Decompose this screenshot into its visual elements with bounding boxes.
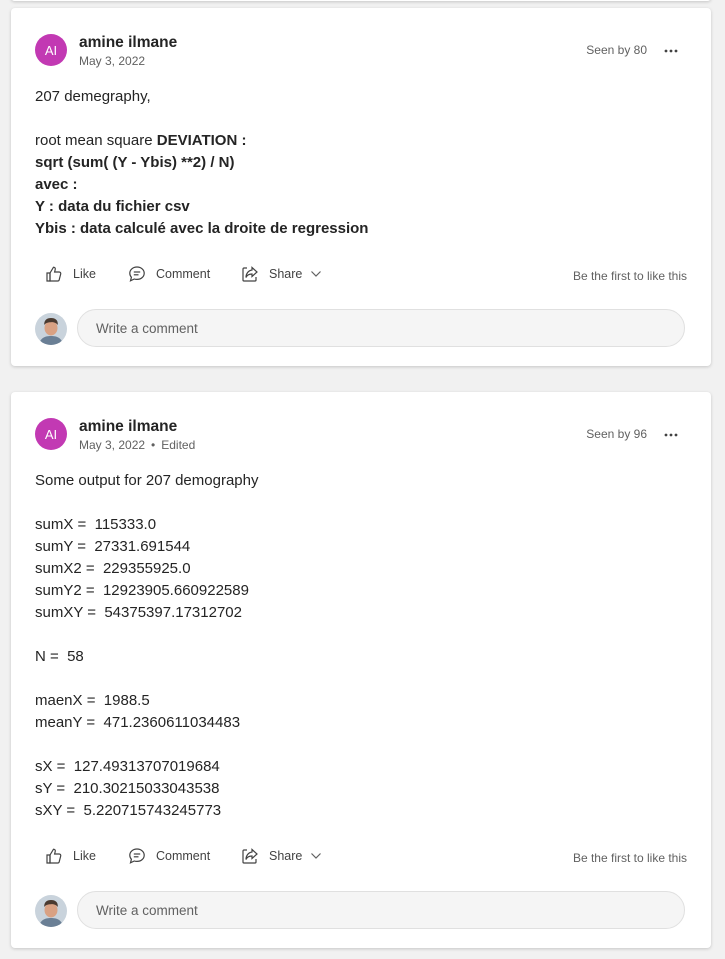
body-line: sX = 127.49313707019684 (35, 756, 687, 778)
current-user-avatar (35, 313, 67, 345)
body-line: sumX = 115333.0 (35, 514, 687, 536)
body-line: 207 demegraphy, (35, 86, 687, 108)
thumbs-up-icon (46, 848, 62, 864)
ellipsis-icon (664, 49, 678, 53)
thumbs-up-icon (46, 266, 62, 282)
chevron-down-icon[interactable] (310, 270, 322, 278)
body-text-segment: Y : data du fichier csv (35, 198, 190, 215)
body-line: Ybis : data calculé avec la droite de re… (35, 218, 687, 240)
more-options-button[interactable] (661, 44, 681, 58)
body-text-segment: maenX = 1988.5 (35, 692, 150, 709)
be-first-to-like: Be the first to like this (572, 851, 687, 865)
post-body: 207 demegraphy, root mean square DEVIATIO… (35, 86, 687, 240)
body-line: sumY = 27331.691544 (35, 536, 687, 558)
chevron-down-icon[interactable] (310, 852, 322, 860)
share-arrow-icon (242, 848, 258, 864)
post-date: May 3, 2022 (79, 438, 146, 452)
body-text-segment: avec : (35, 176, 78, 193)
previous-post-card-edge (11, 0, 711, 1)
like-label: Like (73, 849, 96, 863)
speech-bubble-icon (129, 266, 145, 282)
like-button[interactable]: Like (45, 847, 96, 865)
comment-button[interactable]: Comment (128, 847, 210, 865)
post-body: Some output for 207 demography sumX = 115… (35, 470, 687, 822)
body-text-segment: Some output for 207 demography (35, 472, 259, 489)
body-text-segment: sumX = 115333.0 (35, 516, 157, 533)
share-button[interactable]: Share (241, 265, 322, 283)
body-line: meanY = 471.2360611034483 (35, 712, 687, 734)
share-label: Share (269, 267, 303, 281)
speech-bubble-icon (129, 848, 145, 864)
body-line: sumX2 = 229355925.0 (35, 558, 687, 580)
user-photo-icon (35, 895, 67, 927)
comment-input[interactable]: Write a comment (77, 309, 685, 347)
body-text-segment: sumX2 = 229355925.0 (35, 560, 191, 577)
body-line: Some output for 207 demography (35, 470, 687, 492)
user-photo-icon (35, 313, 67, 345)
post-card: AI amine ilmane May 3, 2022 Seen by 80 2… (11, 8, 711, 366)
share-button[interactable]: Share (241, 847, 322, 865)
body-text-segment: DEVIATION : (156, 132, 247, 149)
be-first-to-like: Be the first to like this (572, 269, 687, 283)
seen-by-count[interactable]: Seen by 96 (586, 427, 647, 441)
body-line: sY = 210.30215033043538 (35, 778, 687, 800)
more-options-button[interactable] (661, 428, 681, 442)
body-line: Y : data du fichier csv (35, 196, 687, 218)
body-line: sumXY = 54375397.17312702 (35, 602, 687, 624)
author-avatar[interactable]: AI (35, 418, 67, 450)
body-line: avec : (35, 174, 687, 196)
post-meta: May 3, 2022 • Edited (79, 438, 195, 452)
comment-label: Comment (156, 849, 211, 863)
share-arrow-icon (242, 266, 258, 282)
author-avatar[interactable]: AI (35, 34, 67, 66)
comment-label: Comment (156, 267, 211, 281)
author-name[interactable]: amine ilmane (79, 418, 177, 436)
like-button[interactable]: Like (45, 265, 96, 283)
share-label: Share (269, 849, 303, 863)
body-text-segment: sY = 210.30215033043538 (35, 780, 220, 797)
body-line: root mean square DEVIATION : (35, 130, 687, 152)
body-text-segment: sumXY = 54375397.17312702 (35, 604, 242, 621)
body-text-segment: N = 58 (35, 648, 84, 665)
body-text-segment: sX = 127.49313707019684 (35, 758, 220, 775)
body-text-segment: Ybis : data calculé avec la droite de re… (35, 220, 369, 237)
separator-dot: • (151, 438, 156, 452)
body-text-segment: 207 demegraphy, (35, 88, 151, 105)
comment-input[interactable]: Write a comment (77, 891, 685, 929)
body-text-segment: sXY = 5.220715743245773 (35, 802, 222, 819)
body-line: sumY2 = 12923905.660922589 (35, 580, 687, 602)
post-date: May 3, 2022 (79, 54, 146, 68)
current-user-avatar (35, 895, 67, 927)
comment-button[interactable]: Comment (128, 265, 210, 283)
edited-label: Edited (161, 438, 196, 452)
ellipsis-icon (664, 433, 678, 437)
body-text-segment: meanY = 471.2360611034483 (35, 714, 241, 731)
seen-by-count[interactable]: Seen by 80 (586, 43, 647, 57)
body-line: sqrt (sum( (Y - Ybis) **2) / N) (35, 152, 687, 174)
like-label: Like (73, 267, 96, 281)
body-text-segment: sqrt (sum( (Y - Ybis) **2) / N) (35, 154, 235, 171)
post-card: AI amine ilmane May 3, 2022 • Edited Seen … (11, 392, 711, 948)
body-text-segment: root mean square (35, 132, 157, 149)
author-name[interactable]: amine ilmane (79, 34, 177, 52)
body-line: N = 58 (35, 646, 687, 668)
body-line: sXY = 5.220715743245773 (35, 800, 687, 822)
body-text-segment: sumY = 27331.691544 (35, 538, 191, 555)
body-line: maenX = 1988.5 (35, 690, 687, 712)
post-meta: May 3, 2022 (79, 54, 145, 68)
body-text-segment: sumY2 = 12923905.660922589 (35, 582, 249, 599)
